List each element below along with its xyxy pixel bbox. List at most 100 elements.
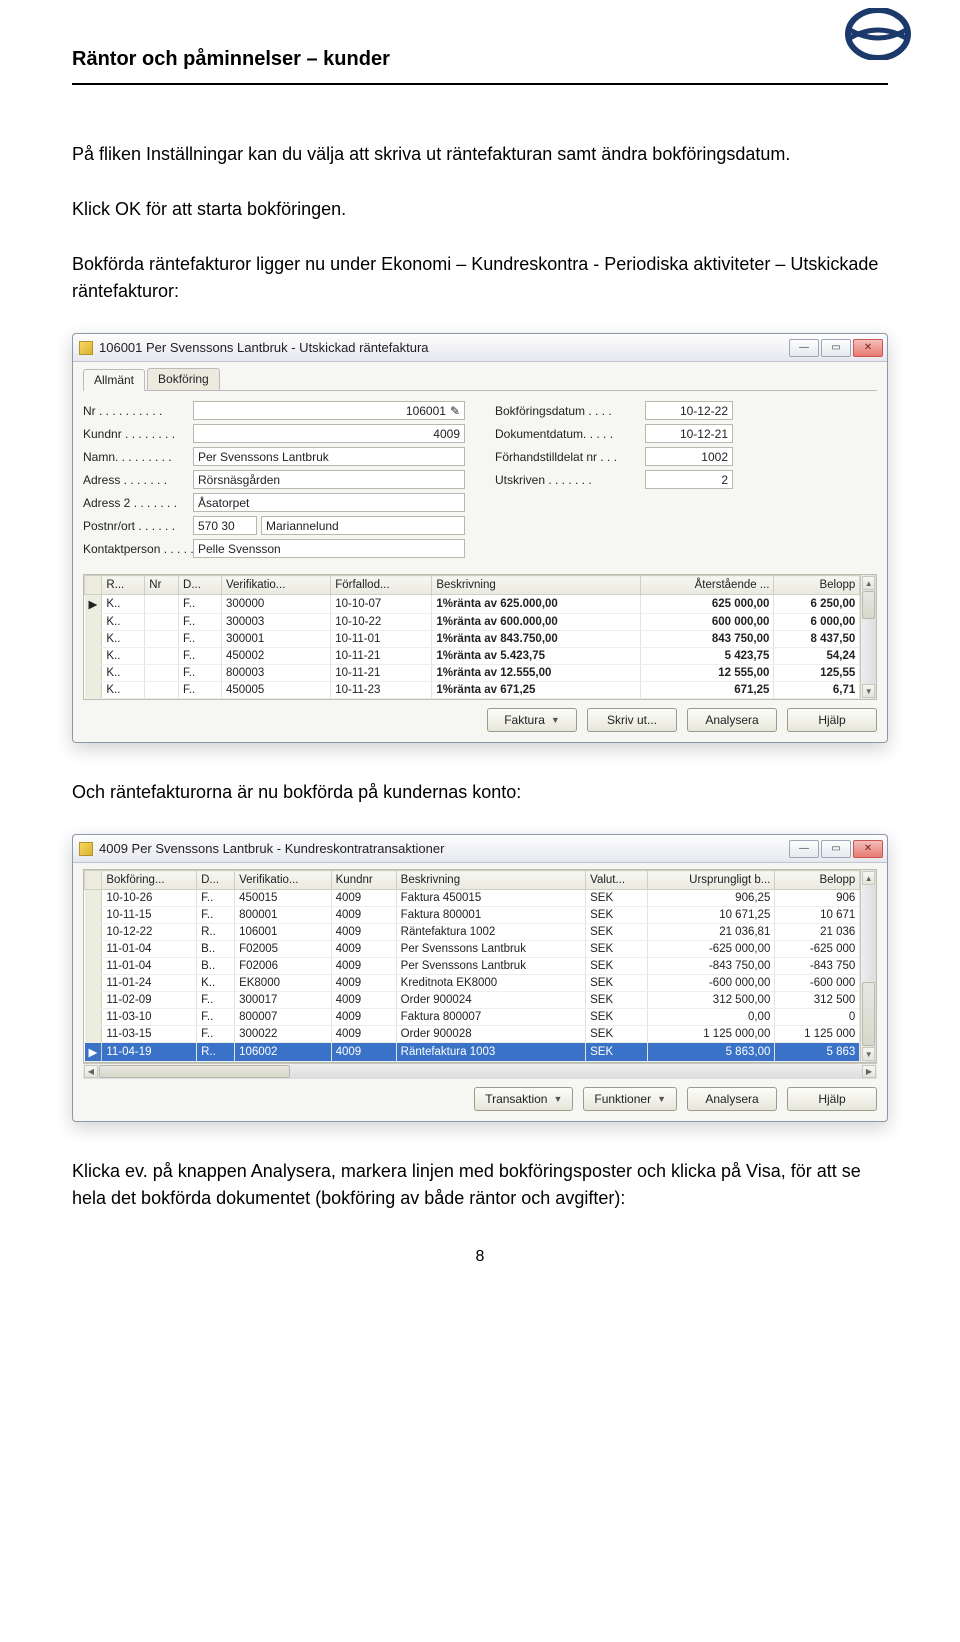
- scroll-down-icon[interactable]: ▼: [862, 684, 875, 698]
- col-d[interactable]: D...: [179, 576, 222, 595]
- table-row[interactable]: 11-03-10F..8000074009Faktura 800007SEK0,…: [85, 1009, 860, 1026]
- col-bokforing[interactable]: Bokföring...: [102, 871, 197, 890]
- label-forhandsnr: Förhandstilldelat nr . . .: [495, 450, 645, 464]
- button-analysera[interactable]: Analysera: [687, 1087, 777, 1111]
- edit-icon[interactable]: ✎: [450, 404, 460, 418]
- button-analysera[interactable]: Analysera: [687, 708, 777, 732]
- button-funktioner[interactable]: Funktioner▼: [583, 1087, 677, 1111]
- label-adress2: Adress 2 . . . . . . .: [83, 496, 193, 510]
- table-row[interactable]: K..F..30000110-11-011%ränta av 843.750,0…: [85, 631, 860, 648]
- field-nr[interactable]: 106001✎: [193, 401, 465, 420]
- table-row[interactable]: 10-10-26F..4500154009Faktura 450015SEK90…: [85, 890, 860, 907]
- col-nr[interactable]: Nr: [145, 576, 179, 595]
- scroll-thumb[interactable]: [99, 1065, 290, 1078]
- col-ursprungligt[interactable]: Ursprungligt b...: [648, 871, 775, 890]
- col-forfallod[interactable]: Förfallod...: [331, 576, 432, 595]
- page-number: 8: [72, 1248, 888, 1266]
- col-r[interactable]: R...: [102, 576, 145, 595]
- button-hjalp[interactable]: Hjälp: [787, 1087, 877, 1111]
- titlebar[interactable]: 4009 Per Svenssons Lantbruk - Kundreskon…: [73, 835, 887, 863]
- label-nr: Nr . . . . . . . . . .: [83, 404, 193, 418]
- col-beskrivning[interactable]: Beskrivning: [396, 871, 585, 890]
- label-postnr: Postnr/ort . . . . . .: [83, 519, 193, 533]
- window-kundreskontra: 4009 Per Svenssons Lantbruk - Kundreskon…: [72, 834, 888, 1122]
- col-verifikation[interactable]: Verifikatio...: [235, 871, 332, 890]
- table-row[interactable]: 11-01-24K..EK80004009Kreditnota EK8000SE…: [85, 975, 860, 992]
- field-dokdatum[interactable]: 10-12-21: [645, 424, 733, 443]
- label-kundnr: Kundnr . . . . . . . .: [83, 427, 193, 441]
- button-skriv-ut[interactable]: Skriv ut...: [587, 708, 677, 732]
- paragraph: Klick OK för att starta bokföringen.: [72, 196, 888, 223]
- col-d[interactable]: D...: [197, 871, 235, 890]
- scroll-up-icon[interactable]: ▲: [862, 576, 875, 590]
- vertical-scrollbar[interactable]: ▲ ▼: [860, 870, 876, 1062]
- table-row[interactable]: K..F..30000310-10-221%ränta av 600.000,0…: [85, 614, 860, 631]
- tab-bar: Allmänt Bokföring: [83, 368, 877, 391]
- maximize-button[interactable]: ▭: [821, 840, 851, 858]
- label-adress: Adress . . . . . . .: [83, 473, 193, 487]
- table-row[interactable]: 10-12-22R..1060014009Räntefaktura 1002SE…: [85, 924, 860, 941]
- label-dokdatum: Dokumentdatum. . . . .: [495, 427, 645, 441]
- minimize-button[interactable]: —: [789, 840, 819, 858]
- col-belopp[interactable]: Belopp: [774, 576, 860, 595]
- table-row[interactable]: 11-03-15F..3000224009Order 900028SEK1 12…: [85, 1026, 860, 1043]
- field-utskriven[interactable]: 2: [645, 470, 733, 489]
- button-hjalp[interactable]: Hjälp: [787, 708, 877, 732]
- button-faktura[interactable]: Faktura▼: [487, 708, 577, 732]
- field-adress[interactable]: Rörsnäsgården: [193, 470, 465, 489]
- field-forhandsnr[interactable]: 1002: [645, 447, 733, 466]
- label-utskriven: Utskriven . . . . . . .: [495, 473, 645, 487]
- button-transaktion[interactable]: Transaktion▼: [474, 1087, 573, 1111]
- table-row[interactable]: 11-02-09F..3000174009Order 900024SEK312 …: [85, 992, 860, 1009]
- caret-down-icon: ▼: [657, 1094, 666, 1104]
- scroll-left-icon[interactable]: ◀: [84, 1065, 98, 1078]
- scroll-down-icon[interactable]: ▼: [862, 1047, 875, 1061]
- col-marker: [85, 576, 102, 595]
- paragraph: Bokförda räntefakturor ligger nu under E…: [72, 251, 888, 305]
- company-logo: [844, 8, 912, 65]
- table-row[interactable]: K..F..45000210-11-211%ränta av 5.423,755…: [85, 648, 860, 665]
- col-verifikation[interactable]: Verifikatio...: [221, 576, 330, 595]
- window-app-icon: [79, 842, 93, 856]
- label-kontakt: Kontaktperson . . . . .: [83, 542, 193, 556]
- grid-transaktioner[interactable]: Bokföring... D... Verifikatio... Kundnr …: [83, 869, 877, 1063]
- label-bokfdatum: Bokföringsdatum . . . .: [495, 404, 645, 418]
- window-app-icon: [79, 341, 93, 355]
- table-row[interactable]: 10-11-15F..8000014009Faktura 800001SEK10…: [85, 907, 860, 924]
- scroll-right-icon[interactable]: ▶: [862, 1065, 876, 1078]
- window-title: 4009 Per Svenssons Lantbruk - Kundreskon…: [99, 841, 789, 856]
- paragraph: Klicka ev. på knappen Analysera, markera…: [72, 1158, 888, 1212]
- table-row[interactable]: K..F..45000510-11-231%ränta av 671,25671…: [85, 682, 860, 699]
- scroll-up-icon[interactable]: ▲: [862, 871, 875, 885]
- table-row[interactable]: 11-01-04B..F020054009Per Svenssons Lantb…: [85, 941, 860, 958]
- scroll-thumb[interactable]: [862, 591, 875, 619]
- titlebar[interactable]: 106001 Per Svenssons Lantbruk - Utskicka…: [73, 334, 887, 362]
- col-belopp[interactable]: Belopp: [775, 871, 860, 890]
- field-adress2[interactable]: Åsatorpet: [193, 493, 465, 512]
- col-beskrivning[interactable]: Beskrivning: [432, 576, 640, 595]
- close-button[interactable]: ✕: [853, 339, 883, 357]
- grid-rantefaktura-lines[interactable]: R... Nr D... Verifikatio... Förfallod...…: [83, 574, 877, 700]
- horizontal-scrollbar[interactable]: ◀ ▶: [83, 1063, 877, 1079]
- table-row[interactable]: ▶11-04-19R..1060024009Räntefaktura 1003S…: [85, 1043, 860, 1062]
- field-kontakt[interactable]: Pelle Svensson: [193, 539, 465, 558]
- maximize-button[interactable]: ▭: [821, 339, 851, 357]
- tab-allmant[interactable]: Allmänt: [83, 369, 145, 391]
- table-row[interactable]: 11-01-04B..F020064009Per Svenssons Lantb…: [85, 958, 860, 975]
- col-valuta[interactable]: Valut...: [586, 871, 648, 890]
- vertical-scrollbar[interactable]: ▲ ▼: [860, 575, 876, 699]
- col-aterstaende[interactable]: Återstående ...: [640, 576, 774, 595]
- window-title: 106001 Per Svenssons Lantbruk - Utskicka…: [99, 340, 789, 355]
- field-postnr[interactable]: 570 30: [193, 516, 257, 535]
- field-bokfdatum[interactable]: 10-12-22: [645, 401, 733, 420]
- minimize-button[interactable]: —: [789, 339, 819, 357]
- field-kundnr[interactable]: 4009: [193, 424, 465, 443]
- col-kundnr[interactable]: Kundnr: [331, 871, 396, 890]
- field-namn[interactable]: Per Svenssons Lantbruk: [193, 447, 465, 466]
- scroll-thumb[interactable]: [862, 982, 875, 1046]
- field-ort[interactable]: Mariannelund: [261, 516, 465, 535]
- table-row[interactable]: ▶K..F..30000010-10-071%ränta av 625.000,…: [85, 595, 860, 614]
- close-button[interactable]: ✕: [853, 840, 883, 858]
- tab-bokforing[interactable]: Bokföring: [147, 368, 220, 390]
- table-row[interactable]: K..F..80000310-11-211%ränta av 12.555,00…: [85, 665, 860, 682]
